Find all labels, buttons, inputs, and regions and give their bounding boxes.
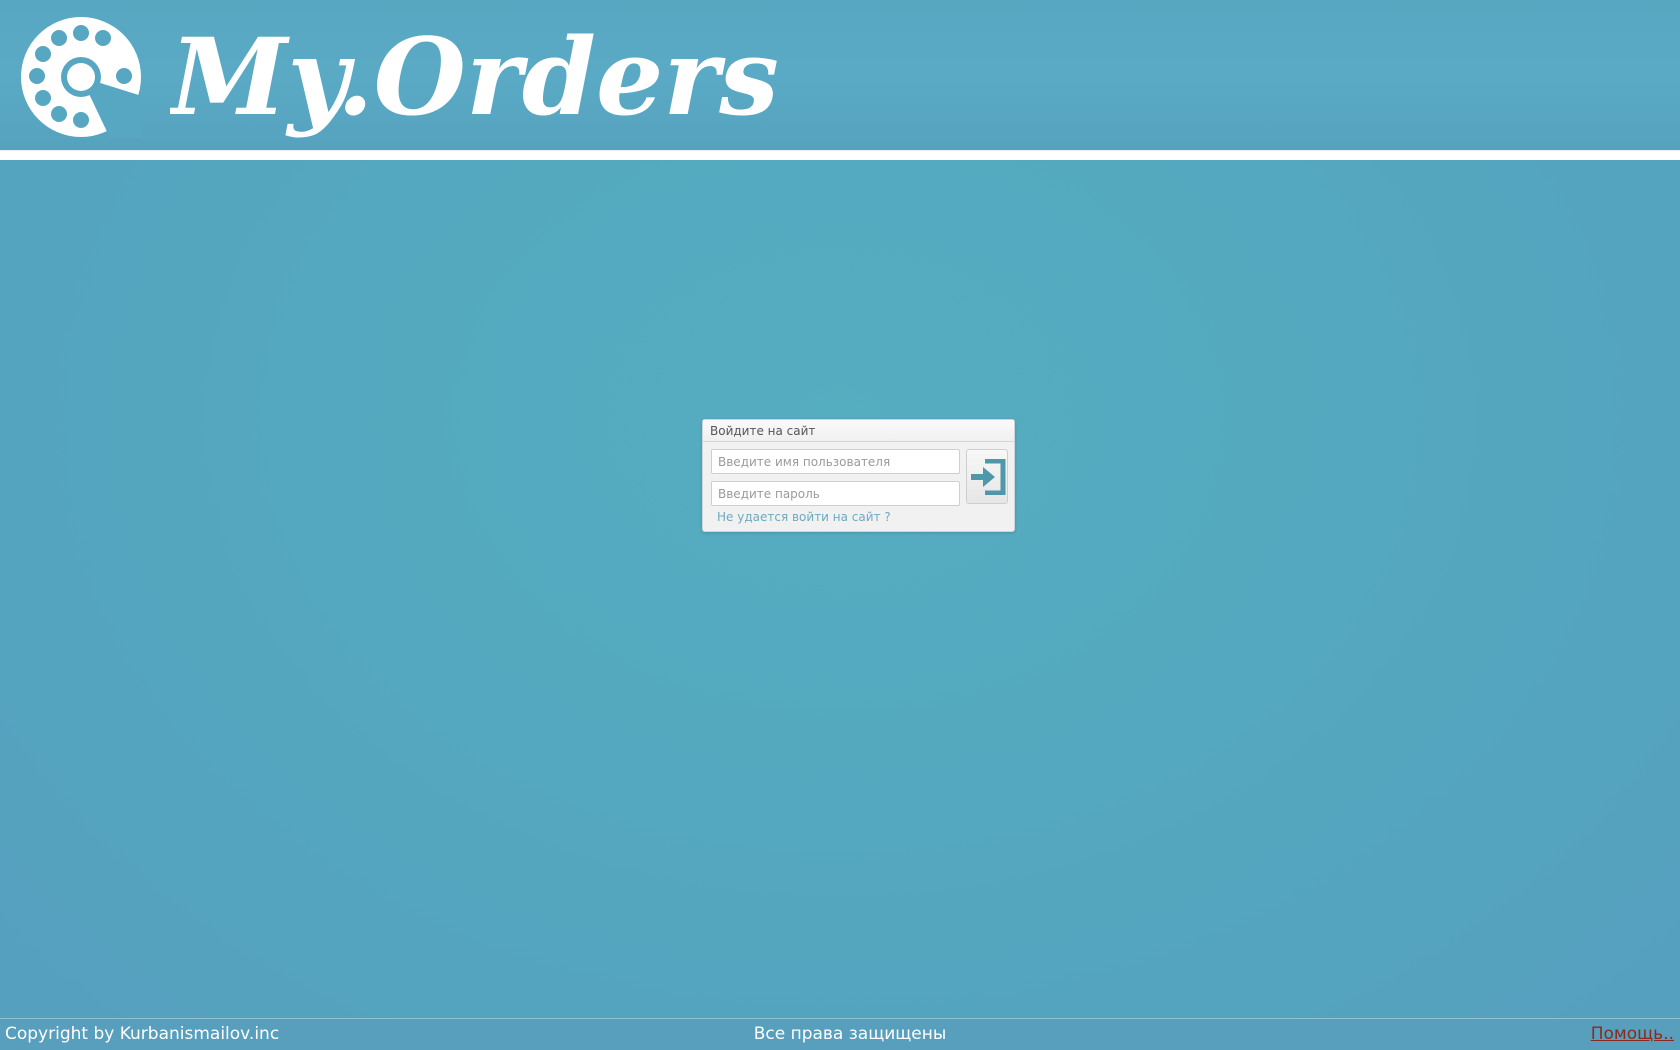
sign-in-icon (971, 459, 1006, 495)
login-title: Войдите на сайт (703, 420, 1014, 442)
password-input[interactable] (711, 481, 960, 506)
header-divider (0, 150, 1680, 160)
username-input[interactable] (711, 449, 960, 474)
login-panel: Войдите на сайт Не удается войти на сайт… (702, 419, 1015, 532)
rotary-phone-logo-icon (21, 17, 142, 138)
forgot-login-link[interactable]: Не удается войти на сайт ? (717, 510, 891, 524)
site-logo-wordmark: My.Orders (170, 14, 779, 139)
login-submit-button[interactable] (966, 449, 1008, 504)
help-link[interactable]: Помощь.. (1591, 1024, 1674, 1044)
footer-rights: Все права защищены (753, 1024, 947, 1044)
logo-text: My.Orders (170, 14, 779, 139)
site-footer: Copyright by Kurbanismailov.inc Все прав… (0, 1018, 1680, 1050)
site-header: My.Orders (0, 0, 1680, 151)
